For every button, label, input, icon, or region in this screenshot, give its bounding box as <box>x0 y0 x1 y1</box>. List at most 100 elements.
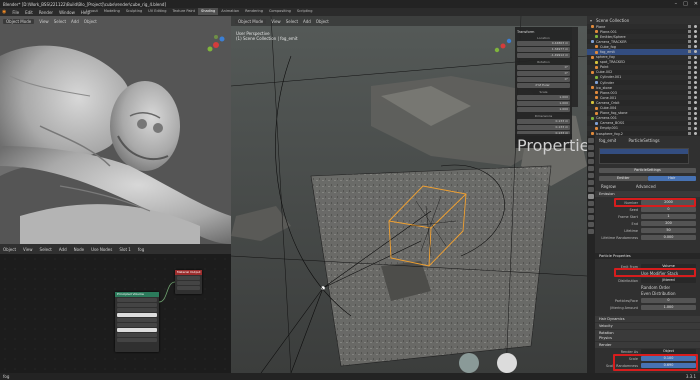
menu-object[interactable]: Object <box>84 19 97 24</box>
blender-logo-icon[interactable]: ◉ <box>2 9 6 15</box>
main-navigation-gizmo-icon[interactable] <box>493 36 513 56</box>
visibility-eye-icon[interactable] <box>694 91 697 95</box>
main-menu-add[interactable]: Add <box>303 19 311 24</box>
location-y-field[interactable]: 1.34977 m <box>517 47 570 52</box>
random-order-checkbox[interactable]: Random Order <box>641 285 670 290</box>
dimension-y-field[interactable]: 0.133 m <box>517 125 570 130</box>
render-toggle-icon[interactable] <box>688 50 691 54</box>
render-toggle-icon[interactable] <box>688 35 691 39</box>
advanced-checkbox[interactable]: Advanced <box>636 184 656 189</box>
outliner-filter-icon[interactable]: ▾ <box>590 18 592 23</box>
velocity-section[interactable]: Velocity <box>595 323 700 329</box>
frame-start-field[interactable]: 1 <box>641 214 696 219</box>
material-name-field[interactable]: fog <box>138 247 144 252</box>
render-toggle-icon[interactable] <box>688 131 691 135</box>
render-toggle-icon[interactable] <box>688 70 691 74</box>
hair-dynamics-section[interactable]: Hair Dynamics <box>595 316 700 322</box>
tab-compositing[interactable]: Compositing <box>266 8 294 15</box>
rotation-mode-dropdown[interactable]: XYZ Euler <box>517 83 570 88</box>
modifier-tab-icon[interactable] <box>588 187 594 192</box>
visibility-eye-icon[interactable] <box>694 106 697 110</box>
rotation-y-field[interactable]: 0° <box>517 71 570 76</box>
lifetime-field[interactable]: 50 <box>641 228 696 233</box>
render-toggle-icon[interactable] <box>688 106 691 110</box>
render-tab-icon[interactable] <box>588 145 594 150</box>
visibility-eye-icon[interactable] <box>694 55 697 59</box>
visibility-eye-icon[interactable] <box>694 126 697 130</box>
tab-uv-editing[interactable]: UV Editing <box>145 8 169 15</box>
view-layer-tab-icon[interactable] <box>588 159 594 164</box>
menu-window[interactable]: Window <box>59 10 75 15</box>
menu-render[interactable]: Render <box>39 10 53 15</box>
node-menu-select[interactable]: Select <box>40 247 52 252</box>
render-toggle-icon[interactable] <box>688 30 691 34</box>
lifetime-random-field[interactable]: 0.000 <box>641 235 696 240</box>
node-menu-add[interactable]: Add <box>59 247 67 252</box>
visibility-eye-icon[interactable] <box>694 131 697 135</box>
menu-select[interactable]: Select <box>54 19 66 24</box>
particles-face-field[interactable]: 0 <box>641 298 696 303</box>
render-toggle-icon[interactable] <box>688 96 691 100</box>
location-z-field[interactable]: -1.49912 m <box>517 53 570 58</box>
visibility-eye-icon[interactable] <box>694 121 697 125</box>
render-toggle-icon[interactable] <box>688 81 691 85</box>
visibility-eye-icon[interactable] <box>694 35 697 39</box>
render-toggle-icon[interactable] <box>688 121 691 125</box>
distribution-dropdown[interactable]: Jittered <box>641 278 696 283</box>
tab-scripting[interactable]: Scripting <box>294 8 316 15</box>
slot-dropdown[interactable]: Slot 1 <box>119 247 130 252</box>
menu-edit[interactable]: Edit <box>25 10 33 15</box>
visibility-eye-icon[interactable] <box>694 96 697 100</box>
particle-system-list[interactable] <box>595 148 700 164</box>
system-tab-label[interactable]: ParticleSettings <box>628 138 659 143</box>
sculpt-viewport[interactable]: Object Mode View Select Add Object <box>0 16 231 244</box>
seed-field[interactable]: 0 <box>641 207 696 212</box>
scale-x-field[interactable]: 1.000 <box>517 95 570 100</box>
particle-settings-field[interactable]: ParticleSettings <box>599 168 696 173</box>
rotation-x-field[interactable]: 0° <box>517 65 570 70</box>
node-object-dropdown[interactable]: Object <box>3 247 16 252</box>
tool-tab-icon[interactable] <box>588 138 594 143</box>
use-nodes-checkbox[interactable]: Use Nodes <box>91 247 112 252</box>
render-toggle-icon[interactable] <box>688 116 691 120</box>
texture-tab-icon[interactable] <box>588 229 594 234</box>
tab-animation[interactable]: Animation <box>218 8 242 15</box>
tab-shading[interactable]: Shading <box>198 8 219 15</box>
physics-tab-icon[interactable] <box>588 201 594 206</box>
world-tab-icon[interactable] <box>588 173 594 178</box>
hair-type-button[interactable]: Hair <box>647 176 696 181</box>
scene-tab-icon[interactable] <box>588 166 594 171</box>
render-section-header[interactable]: Render <box>595 342 700 348</box>
dimension-x-field[interactable]: 0.133 m <box>517 119 570 124</box>
render-toggle-icon[interactable] <box>688 126 691 130</box>
constraints-tab-icon[interactable] <box>588 208 594 213</box>
tab-sculpting[interactable]: Sculpting <box>123 8 145 15</box>
object-tab-icon[interactable] <box>588 180 594 185</box>
visibility-eye-icon[interactable] <box>694 86 697 90</box>
jittering-field[interactable]: 1.000 <box>641 305 696 310</box>
render-toggle-icon[interactable] <box>688 65 691 69</box>
tab-layout[interactable]: Layout <box>83 8 101 15</box>
main-menu-select[interactable]: Select <box>286 19 298 24</box>
scale-z-field[interactable]: 1.000 <box>517 107 570 112</box>
visibility-eye-icon[interactable] <box>694 60 697 64</box>
visibility-eye-icon[interactable] <box>694 70 697 74</box>
sidebar-tabs[interactable] <box>572 27 578 107</box>
emitter-type-button[interactable]: Emitter <box>599 176 648 181</box>
close-icon[interactable]: ✕ <box>694 1 698 7</box>
render-toggle-icon[interactable] <box>688 55 691 59</box>
main-menu-object[interactable]: Object <box>316 19 329 24</box>
render-toggle-icon[interactable] <box>688 45 691 49</box>
visibility-eye-icon[interactable] <box>694 75 697 79</box>
render-toggle-icon[interactable] <box>688 86 691 90</box>
visibility-eye-icon[interactable] <box>694 111 697 115</box>
render-toggle-icon[interactable] <box>688 25 691 28</box>
output-tab-icon[interactable] <box>588 152 594 157</box>
navigation-gizmo-icon[interactable] <box>205 34 227 56</box>
visibility-eye-icon[interactable] <box>694 30 697 34</box>
visibility-eye-icon[interactable] <box>694 25 697 28</box>
even-distribution-checkbox[interactable]: Even Distribution <box>641 291 676 296</box>
tab-modeling[interactable]: Modeling <box>101 8 123 15</box>
tab-rendering[interactable]: Rendering <box>242 8 266 15</box>
properties-subpanel-title[interactable]: Properties <box>517 136 598 155</box>
